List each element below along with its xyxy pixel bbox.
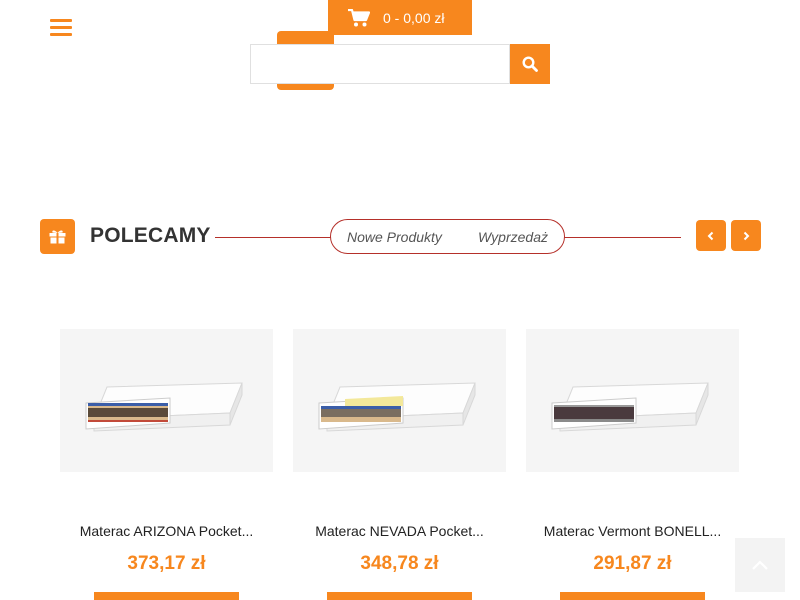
- mattress-image: [318, 381, 476, 432]
- product-name[interactable]: Materac Vermont BONELL...: [526, 523, 739, 539]
- product-price: 348,78 zł: [360, 553, 439, 574]
- search-input[interactable]: [250, 44, 510, 84]
- back-to-top-button[interactable]: [735, 538, 785, 592]
- section-title: POLECAMY: [90, 224, 211, 247]
- product-name[interactable]: Materac NEVADA Pocket...: [293, 523, 506, 539]
- tab-new-products[interactable]: Nowe Produkty: [347, 229, 442, 245]
- product-card: Materac NEVADA Pocket... 348,78 zł: [293, 329, 506, 600]
- product-card: Materac Vermont BONELL... 291,87 zł: [526, 329, 739, 600]
- chevron-right-icon: [743, 231, 750, 240]
- hamburger-menu-icon[interactable]: [50, 18, 72, 36]
- mattress-image: [551, 381, 709, 432]
- tab-sale[interactable]: Wyprzedaż: [478, 229, 548, 245]
- page: 0 - 0,00 zł POLECAMY Nowe Produkty Wyprz…: [0, 0, 800, 600]
- carousel-next-button[interactable]: [731, 220, 761, 251]
- section-icon-box: [40, 219, 75, 254]
- product-image[interactable]: [526, 329, 739, 472]
- add-to-cart-button[interactable]: [94, 592, 239, 600]
- product-price: 373,17 zł: [127, 553, 206, 574]
- shopping-cart-icon: [348, 8, 370, 26]
- chevron-left-icon: [707, 231, 714, 240]
- chevron-up-icon: [752, 560, 768, 570]
- product-image[interactable]: [60, 329, 273, 472]
- product-image[interactable]: [293, 329, 506, 472]
- product-name[interactable]: Materac ARIZONA Pocket...: [60, 523, 273, 539]
- mattress-image: [85, 381, 243, 432]
- search-icon: [522, 56, 538, 72]
- gift-icon: [49, 230, 66, 244]
- add-to-cart-button[interactable]: [560, 592, 705, 600]
- product-price: 291,87 zł: [593, 553, 672, 574]
- product-tabs: Nowe Produkty Wyprzedaż: [330, 219, 565, 254]
- add-to-cart-button[interactable]: [327, 592, 472, 600]
- cart-button[interactable]: 0 - 0,00 zł: [328, 0, 472, 35]
- search-button[interactable]: [510, 44, 550, 84]
- carousel-prev-button[interactable]: [696, 220, 726, 251]
- product-card: Materac ARIZONA Pocket... 373,17 zł: [60, 329, 273, 600]
- cart-summary: 0 - 0,00 zł: [383, 9, 445, 26]
